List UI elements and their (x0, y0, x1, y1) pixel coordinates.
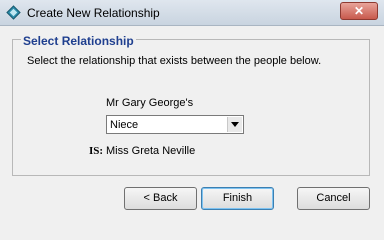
is-label: IS: (89, 145, 104, 157)
close-icon: ✕ (353, 4, 365, 18)
title-bar[interactable]: Create New Relationship ✕ (0, 0, 384, 26)
chevron-down-icon (231, 122, 239, 127)
relationship-dropdown[interactable]: Niece (106, 115, 244, 134)
relationship-selected-value: Niece (110, 119, 139, 131)
cancel-button[interactable]: Cancel (297, 187, 370, 210)
target-person-name: Miss Greta Neville (106, 145, 196, 157)
back-button[interactable]: < Back (124, 187, 197, 210)
finish-button[interactable]: Finish (201, 187, 274, 210)
app-icon (6, 5, 21, 20)
close-button[interactable]: ✕ (340, 2, 378, 20)
group-legend: Select Relationship (21, 34, 136, 48)
owner-name-label: Mr Gary George's (106, 97, 194, 109)
dropdown-arrow-button[interactable] (227, 117, 242, 132)
window-title: Create New Relationship (27, 6, 160, 20)
instruction-text: Select the relationship that exists betw… (27, 55, 322, 67)
